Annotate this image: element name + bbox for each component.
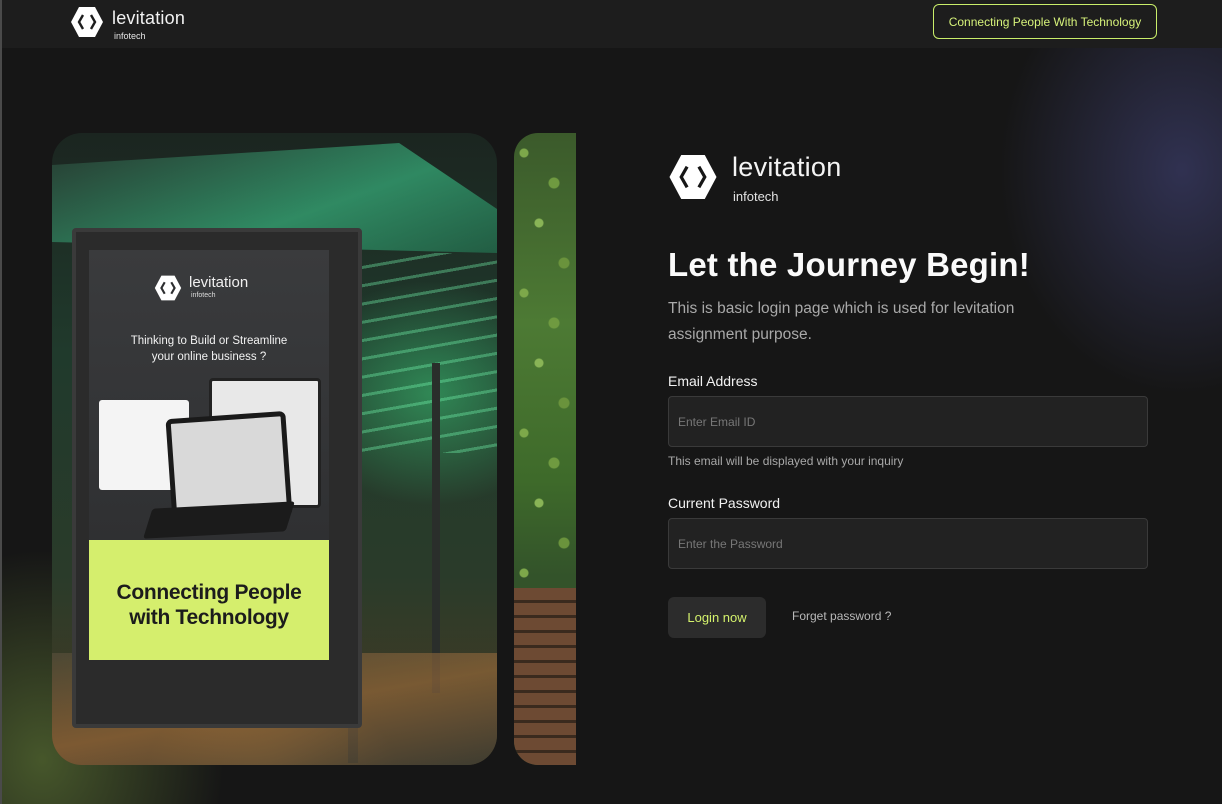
email-input[interactable]: [668, 396, 1148, 447]
ivy-wall-image: [514, 133, 576, 765]
login-logo: levitation infotech: [668, 152, 842, 204]
login-brand-name: levitation: [732, 152, 842, 182]
billboard-poster: levitation infotech Thinking to Build or…: [89, 250, 329, 660]
poster-question: Thinking to Build or Streamline your onl…: [89, 333, 329, 365]
poster-slogan-line: with Technology: [129, 606, 289, 629]
password-label: Current Password: [668, 495, 781, 511]
login-brand-sub: infotech: [733, 189, 779, 204]
poster-logo: levitation infotech: [154, 274, 248, 302]
brand-sub: infotech: [114, 31, 146, 41]
login-page: levitation infotech Connecting People Wi…: [2, 0, 1222, 804]
forgot-password-link[interactable]: Forget password ?: [792, 609, 891, 623]
login-button[interactable]: Login now: [668, 597, 766, 638]
brick-wall: [514, 588, 576, 765]
logo-hexagon-icon: [71, 7, 103, 37]
top-bar: levitation infotech Connecting People Wi…: [2, 0, 1222, 48]
shelter-pillar: [432, 363, 440, 693]
poster-slogan: Connecting People with Technology: [89, 580, 329, 630]
bus-stop-image: levitation infotech Thinking to Build or…: [52, 133, 497, 765]
brand-name: levitation: [112, 8, 186, 28]
password-input[interactable]: [668, 518, 1148, 569]
poster-slogan-line: Connecting People: [116, 581, 302, 604]
header-logo[interactable]: levitation infotech: [70, 5, 185, 41]
page-description: This is basic login page which is used f…: [668, 300, 1015, 343]
poster-brand-sub: infotech: [191, 292, 216, 299]
email-label: Email Address: [668, 373, 758, 389]
poster-brand-name: levitation: [189, 274, 249, 291]
page-title: Let the Journey Begin!: [668, 246, 1030, 283]
email-hint: This email will be displayed with your i…: [668, 454, 904, 468]
logo-hexagon-icon: [669, 154, 717, 200]
poster-question-line: Thinking to Build or Streamline: [130, 335, 288, 347]
logo-hexagon-icon: [154, 275, 182, 301]
tagline-button[interactable]: Connecting People With Technology: [933, 4, 1157, 39]
poster-question-line: your online business ?: [151, 351, 267, 363]
ivy-leaves: [514, 133, 576, 593]
